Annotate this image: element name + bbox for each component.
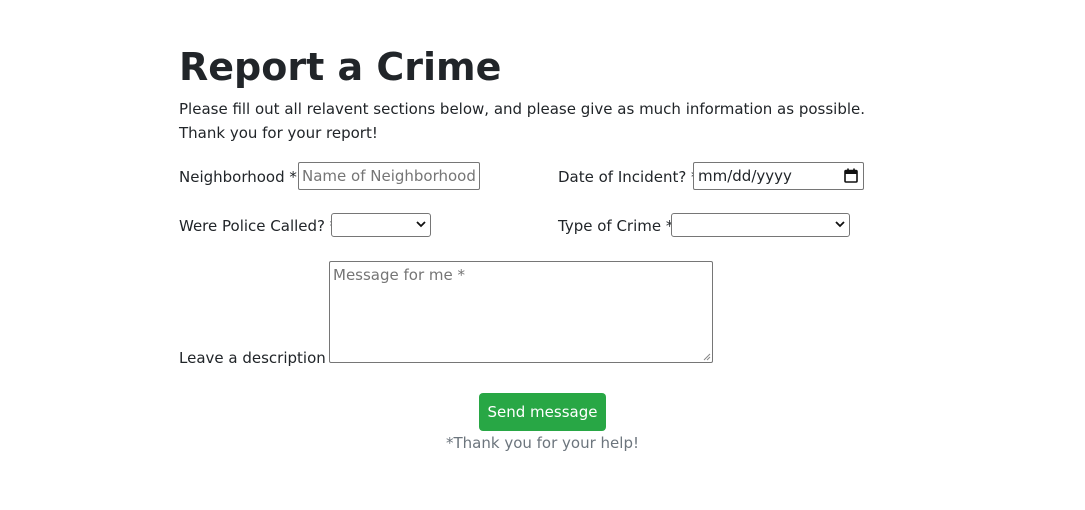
page-title: Report a Crime: [179, 45, 502, 89]
resize-grip-icon[interactable]: [702, 352, 711, 361]
police-called-label: Were Police Called? *: [179, 217, 338, 235]
footer-note: *Thank you for your help!: [446, 434, 639, 452]
neighborhood-label: Neighborhood *: [179, 168, 297, 186]
intro-text: Please fill out all relavent sections be…: [179, 100, 866, 142]
crime-type-select[interactable]: [671, 213, 850, 237]
send-message-button[interactable]: Send message: [479, 393, 606, 431]
calendar-icon[interactable]: [844, 168, 858, 183]
date-of-incident-input[interactable]: mm/dd/yyyy: [693, 162, 864, 190]
chevron-down-icon: [835, 221, 845, 228]
crime-type-label: Type of Crime *: [558, 217, 674, 235]
date-value: mm/dd/yyyy: [698, 167, 792, 185]
chevron-down-icon: [416, 221, 426, 228]
neighborhood-input[interactable]: [298, 162, 480, 190]
description-textarea[interactable]: [329, 261, 713, 363]
description-label: Leave a description *: [179, 349, 339, 367]
date-of-incident-label: Date of Incident? *: [558, 168, 699, 186]
police-called-select[interactable]: [331, 213, 431, 237]
